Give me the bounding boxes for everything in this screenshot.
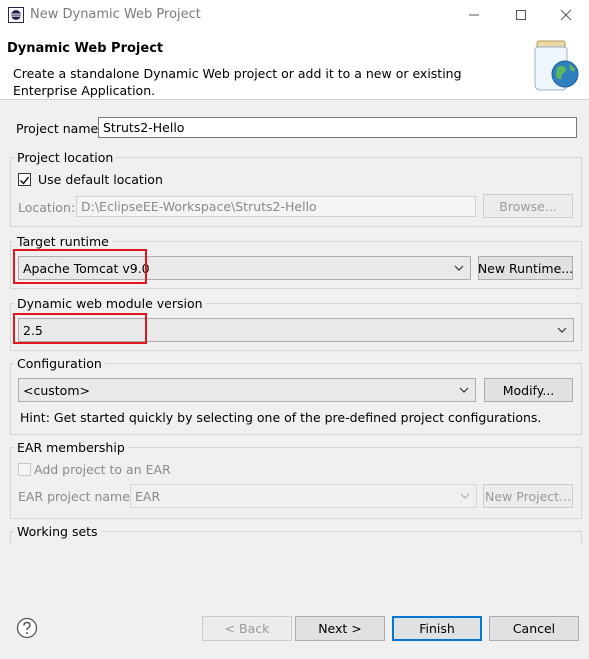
location-label: Location:: [18, 200, 76, 215]
module-version-value: 2.5: [23, 322, 43, 338]
maximize-button[interactable]: [498, 0, 544, 30]
target-runtime-title: Target runtime: [14, 234, 112, 249]
add-to-ear-checkbox: [18, 463, 31, 476]
page-title: Dynamic Web Project: [7, 41, 164, 56]
finish-button[interactable]: Finish: [392, 616, 482, 641]
browse-button: Browse...: [483, 194, 573, 218]
next-button[interactable]: Next >: [295, 616, 385, 641]
configuration-select[interactable]: <custom>: [18, 378, 476, 402]
window-title: New Dynamic Web Project: [30, 7, 201, 22]
title-bar: New Dynamic Web Project: [0, 0, 589, 30]
dialog-window: New Dynamic Web Project Dynamic Web Proj…: [0, 0, 589, 659]
modify-button[interactable]: Modify...: [484, 378, 573, 402]
close-button[interactable]: [543, 0, 589, 30]
project-name-input[interactable]: Struts2-Hello: [98, 117, 577, 138]
configuration-hint: Hint: Get started quickly by selecting o…: [20, 410, 542, 425]
new-ear-project-button: New Project...: [483, 484, 573, 508]
ear-project-name-label: EAR project name:: [18, 489, 135, 504]
project-location-title: Project location: [14, 150, 117, 165]
ear-membership-title: EAR membership: [14, 440, 128, 455]
eclipse-app-icon: [8, 7, 24, 23]
module-version-title: Dynamic web module version: [14, 296, 206, 311]
ear-project-name-value: EAR: [135, 488, 161, 504]
add-to-ear-label: Add project to an EAR: [34, 462, 171, 477]
project-name-label: Project name:: [16, 121, 103, 136]
checkmark-icon: [20, 176, 30, 185]
close-icon: [560, 9, 572, 21]
minimize-button[interactable]: [451, 0, 497, 30]
configuration-value: <custom>: [23, 382, 90, 398]
chevron-down-icon: [454, 265, 464, 271]
use-default-location-checkbox[interactable]: [18, 173, 31, 186]
chevron-down-icon: [557, 327, 567, 333]
configuration-title: Configuration: [14, 356, 105, 371]
ear-membership-group: [10, 447, 582, 519]
jar-globe-icon: [527, 38, 583, 94]
help-icon[interactable]: [16, 617, 38, 639]
target-runtime-select[interactable]: Apache Tomcat v9.0: [18, 256, 471, 280]
page-description: Create a standalone Dynamic Web project …: [13, 66, 462, 98]
use-default-location-label: Use default location: [38, 172, 163, 187]
cancel-button[interactable]: Cancel: [489, 616, 579, 641]
wizard-header: Dynamic Web Project Create a standalone …: [0, 30, 589, 100]
back-button: < Back: [202, 616, 292, 641]
chevron-down-icon: [459, 387, 469, 393]
location-input: D:\EclipseEE-Workspace\Struts2-Hello: [76, 196, 476, 217]
minimize-icon: [469, 14, 479, 16]
maximize-icon: [516, 10, 526, 20]
working-sets-title: Working sets: [14, 524, 101, 539]
module-version-select[interactable]: 2.5: [18, 318, 574, 342]
target-runtime-value: Apache Tomcat v9.0: [23, 260, 150, 276]
new-runtime-button[interactable]: New Runtime...: [478, 256, 573, 280]
chevron-down-icon: [460, 493, 470, 499]
ear-project-name-select: EAR: [130, 484, 477, 508]
